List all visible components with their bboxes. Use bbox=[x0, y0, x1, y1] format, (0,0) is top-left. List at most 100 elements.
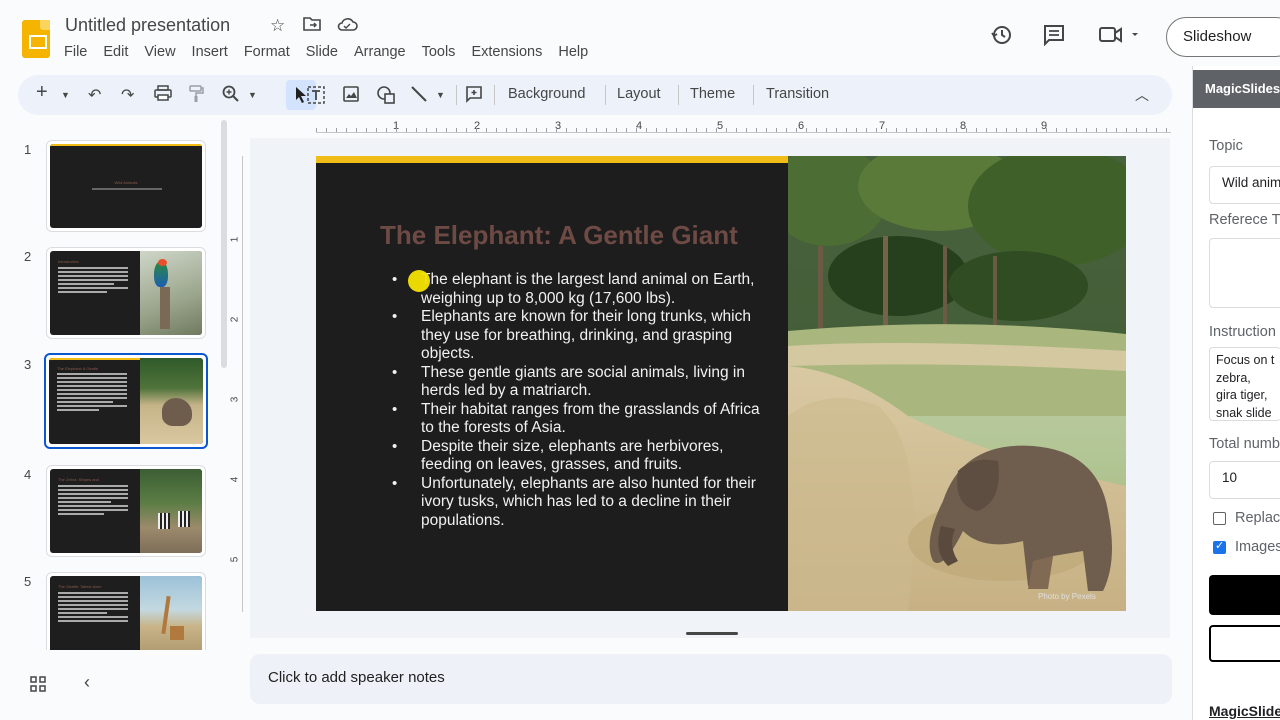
menu-tools[interactable]: Tools bbox=[422, 44, 456, 60]
menu-bar: File Edit View Insert Format Slide Arran… bbox=[64, 44, 604, 60]
topic-input[interactable]: Wild anim bbox=[1209, 166, 1280, 204]
elephant-photo[interactable] bbox=[768, 156, 1126, 611]
bullet-item: Their habitat ranges from the grasslands… bbox=[388, 401, 768, 438]
collapse-toolbar-icon[interactable]: ︿ bbox=[1135, 85, 1149, 105]
menu-arrange[interactable]: Arrange bbox=[354, 44, 406, 60]
toolbar-divider bbox=[605, 85, 606, 105]
images-label: Images bbox=[1235, 539, 1280, 555]
zebra-thumbnail-image bbox=[139, 469, 202, 553]
print-icon[interactable] bbox=[154, 85, 172, 106]
menu-help[interactable]: Help bbox=[558, 44, 588, 60]
grid-view-icon[interactable] bbox=[30, 676, 46, 697]
menu-file[interactable]: File bbox=[64, 44, 87, 60]
slide-thumbnail-1[interactable]: Wild Animals bbox=[46, 140, 206, 232]
add-comment-icon[interactable] bbox=[465, 85, 483, 108]
instructions-label: Instruction bbox=[1209, 324, 1276, 340]
slide-number: 4 bbox=[24, 467, 32, 482]
ruler-mark: 5 bbox=[229, 556, 241, 563]
meet-camera-icon[interactable] bbox=[1098, 24, 1140, 52]
slide-title[interactable]: The Elephant: A Gentle Giant bbox=[380, 220, 760, 251]
ruler-mark: 1 bbox=[229, 236, 241, 243]
panel-title: MagicSlides bbox=[1193, 70, 1280, 108]
slideshow-button[interactable]: Slideshow bbox=[1166, 17, 1280, 57]
app-header: Untitled presentation ☆ File Edit View I… bbox=[0, 0, 1280, 70]
toolbar: + ▼ ↶ ↷ ▼ ▼ Background Layout Theme Tran… bbox=[18, 75, 1172, 115]
text-box-icon[interactable] bbox=[306, 85, 326, 110]
thumbnail-title: Wild Animals bbox=[114, 180, 138, 185]
reference-label: Referece T bbox=[1209, 212, 1280, 228]
line-dropdown-icon[interactable]: ▼ bbox=[436, 90, 445, 100]
slide-accent-bar bbox=[316, 156, 788, 163]
magicslides-link[interactable]: MagicSlide bbox=[1209, 703, 1280, 719]
ruler-mark: 3 bbox=[229, 396, 241, 403]
paint-format-icon[interactable] bbox=[188, 85, 204, 108]
total-slides-label: Total numb bbox=[1209, 436, 1280, 452]
transition-button[interactable]: Transition bbox=[766, 86, 829, 102]
menu-edit[interactable]: Edit bbox=[103, 44, 128, 60]
background-button[interactable]: Background bbox=[508, 86, 585, 102]
photo-credit: Photo by Pexels bbox=[1038, 592, 1096, 601]
version-history-icon[interactable] bbox=[990, 24, 1012, 52]
generate-button[interactable] bbox=[1209, 575, 1280, 615]
instructions-textarea[interactable]: Focus on t zebra, gira tiger, snak slide… bbox=[1209, 347, 1280, 421]
slide-thumbnail-2[interactable]: Introduction bbox=[46, 247, 206, 339]
toolbar-divider bbox=[753, 85, 754, 105]
slide-thumbnail-5[interactable]: The Giraffe: Tallest Anim bbox=[46, 572, 206, 650]
shape-icon[interactable] bbox=[376, 85, 396, 110]
images-checkbox[interactable] bbox=[1213, 539, 1226, 554]
thumbnail-title: The Zebra: Stripes and bbox=[58, 477, 99, 482]
line-icon[interactable] bbox=[410, 85, 428, 108]
thumbnail-title: The Giraffe: Tallest Anim bbox=[58, 584, 102, 589]
undo-icon[interactable]: ↶ bbox=[88, 85, 101, 105]
menu-slide[interactable]: Slide bbox=[306, 44, 338, 60]
slide-number: 2 bbox=[24, 249, 32, 264]
replace-checkbox[interactable] bbox=[1213, 512, 1226, 525]
bullet-item: Elephants are known for their long trunk… bbox=[388, 308, 768, 364]
redo-icon[interactable]: ↷ bbox=[121, 85, 134, 105]
document-title[interactable]: Untitled presentation bbox=[65, 15, 230, 36]
menu-view[interactable]: View bbox=[144, 44, 175, 60]
insert-image-icon[interactable] bbox=[342, 85, 360, 108]
bullet-item: The elephant is the largest land animal … bbox=[388, 271, 768, 308]
slide-thumbnail-3[interactable]: The Elephant: A Gentle bbox=[44, 353, 208, 449]
menu-extensions[interactable]: Extensions bbox=[471, 44, 542, 60]
slide-filmstrip: 1 Wild Animals 2 Introduction 3 The Elep… bbox=[0, 120, 240, 650]
thumbnail-title: The Elephant: A Gentle bbox=[57, 366, 99, 371]
ruler-mark: 2 bbox=[229, 316, 241, 323]
zoom-icon[interactable] bbox=[222, 85, 240, 108]
horizontal-ruler: 1 2 3 4 5 6 7 8 9 bbox=[316, 118, 1171, 138]
pointer-highlight bbox=[408, 270, 430, 292]
menu-format[interactable]: Format bbox=[244, 44, 290, 60]
slide-thumbnail-4[interactable]: The Zebra: Stripes and bbox=[46, 465, 206, 557]
layout-button[interactable]: Layout bbox=[617, 86, 661, 102]
slide-bullet-list[interactable]: The elephant is the largest land animal … bbox=[388, 271, 768, 530]
speaker-notes[interactable]: Click to add speaker notes bbox=[250, 654, 1172, 704]
menu-insert[interactable]: Insert bbox=[192, 44, 228, 60]
bullet-item: Despite their size, elephants are herbiv… bbox=[388, 438, 768, 475]
comments-icon[interactable] bbox=[1043, 24, 1065, 52]
move-folder-icon[interactable] bbox=[303, 16, 321, 37]
slide-number: 3 bbox=[24, 357, 32, 372]
slide-number: 5 bbox=[24, 574, 32, 589]
notes-resize-handle[interactable] bbox=[686, 632, 738, 635]
new-slide-icon[interactable]: + bbox=[36, 81, 48, 104]
collapse-filmstrip-icon[interactable]: ‹ bbox=[84, 672, 90, 693]
zoom-dropdown-icon[interactable]: ▼ bbox=[248, 90, 257, 100]
slides-logo-icon[interactable] bbox=[22, 20, 50, 58]
reference-textarea[interactable] bbox=[1209, 238, 1280, 308]
theme-button[interactable]: Theme bbox=[690, 86, 735, 102]
cloud-saved-icon[interactable] bbox=[336, 16, 358, 37]
replace-label: Replac bbox=[1235, 510, 1280, 526]
total-slides-input[interactable]: 10 bbox=[1209, 461, 1280, 499]
filmstrip-scrollbar[interactable] bbox=[221, 120, 227, 368]
parrot-thumbnail-image bbox=[139, 251, 202, 335]
ruler-mark: 4 bbox=[229, 476, 241, 483]
secondary-button[interactable] bbox=[1209, 625, 1280, 662]
toolbar-divider bbox=[456, 85, 457, 105]
thumbnail-title: Introduction bbox=[58, 259, 79, 264]
current-slide[interactable]: The Elephant: A Gentle Giant The elephan… bbox=[316, 156, 1126, 611]
topic-label: Topic bbox=[1209, 138, 1243, 154]
elephant-thumbnail-image bbox=[139, 358, 203, 444]
new-slide-dropdown-icon[interactable]: ▼ bbox=[61, 90, 70, 100]
star-icon[interactable]: ☆ bbox=[270, 16, 285, 36]
